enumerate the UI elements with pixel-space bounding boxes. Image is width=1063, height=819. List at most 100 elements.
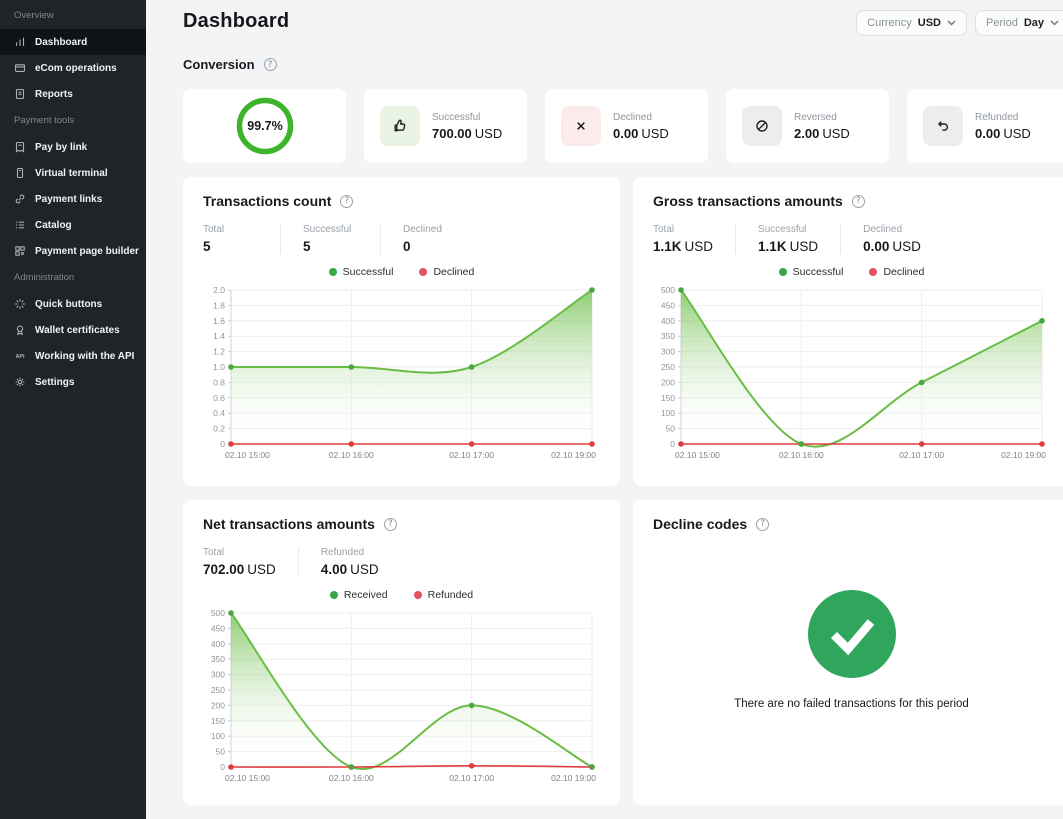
legend-dot	[419, 268, 427, 276]
svg-text:02.10 17:00: 02.10 17:00	[449, 773, 494, 783]
gear-icon	[14, 376, 26, 388]
help-icon[interactable]: ?	[340, 195, 353, 208]
sidebar-item[interactable]: Quick buttons	[0, 291, 146, 317]
sidebar-item[interactable]: Pay by link	[0, 134, 146, 160]
card-value: 2.00USD	[794, 126, 850, 141]
sidebar-item-label: Virtual terminal	[35, 168, 108, 179]
sidebar-section-label: Administration	[14, 272, 132, 283]
svg-text:1.6: 1.6	[213, 316, 225, 326]
svg-text:0.8: 0.8	[213, 377, 225, 387]
page-title: Dashboard	[183, 10, 289, 33]
help-icon[interactable]: ?	[384, 518, 397, 531]
conversion-stat-card: Reversed 2.00USD	[726, 89, 889, 163]
legend-dot	[330, 591, 338, 599]
panels-grid: Transactions count ? Total 5 Successful …	[183, 177, 1063, 805]
svg-text:400: 400	[211, 639, 225, 649]
legend-item[interactable]: Received	[330, 589, 388, 601]
legend-item[interactable]: Declined	[869, 266, 924, 278]
help-icon[interactable]: ?	[264, 58, 277, 71]
panel-net-amounts: Net transactions amounts ? Total 702.00U…	[183, 500, 620, 805]
sidebar-item-label: Payment links	[35, 194, 102, 205]
sidebar-section: Payment tools Pay by link Virtual termin…	[0, 115, 146, 264]
stat: Total 702.00USD	[203, 547, 299, 577]
svg-text:2.0: 2.0	[213, 285, 225, 295]
stat: Total 1.1KUSD	[653, 224, 736, 254]
legend-item[interactable]: Successful	[329, 266, 394, 278]
svg-text:350: 350	[211, 654, 225, 664]
conversion-stat-card: Refunded 0.00USD	[907, 89, 1063, 163]
svg-text:500: 500	[211, 608, 225, 618]
svg-text:50: 50	[666, 424, 676, 434]
legend-label: Received	[344, 589, 388, 601]
card-label: Refunded	[975, 112, 1031, 123]
chevron-down-icon	[1050, 20, 1059, 26]
panel-decline-codes: Decline codes ? There are no failed tran…	[633, 500, 1063, 805]
sparkle-icon	[14, 298, 26, 310]
sidebar-item[interactable]: Reports	[0, 81, 146, 107]
legend-item[interactable]: Refunded	[414, 589, 474, 601]
help-icon[interactable]: ?	[756, 518, 769, 531]
sidebar-item-label: Working with the API	[35, 351, 134, 362]
x-icon	[573, 118, 589, 134]
svg-text:1.8: 1.8	[213, 300, 225, 310]
legend-dot	[414, 591, 422, 599]
svg-text:1.2: 1.2	[213, 347, 225, 357]
card-label: Successful	[432, 112, 502, 123]
dashboard-icon	[14, 36, 26, 48]
svg-text:150: 150	[661, 393, 675, 403]
stat: Successful 1.1KUSD	[758, 224, 841, 254]
sidebar-section-label: Payment tools	[14, 115, 132, 126]
svg-text:02.10 19:00: 02.10 19:00	[1001, 450, 1046, 460]
sidebar-item[interactable]: Virtual terminal	[0, 160, 146, 186]
currency-select[interactable]: Currency USD	[856, 10, 967, 36]
transactions-count-chart: 00.20.40.60.81.01.21.41.61.82.002.10 15:…	[203, 282, 600, 464]
svg-text:200: 200	[661, 377, 675, 387]
panel-title: Decline codes	[653, 516, 747, 532]
svg-text:0.6: 0.6	[213, 393, 225, 403]
panel-title: Net transactions amounts	[203, 516, 375, 532]
svg-text:0.2: 0.2	[213, 424, 225, 434]
sidebar-item[interactable]: Payment links	[0, 186, 146, 212]
legend-dot	[869, 268, 877, 276]
sidebar-item-label: Catalog	[35, 220, 72, 231]
undo-arrow-icon	[935, 118, 951, 134]
slash-circle-icon	[754, 118, 770, 134]
svg-text:100: 100	[211, 731, 225, 741]
conversion-section-title: Conversion	[183, 57, 255, 72]
sidebar-item[interactable]: Payment page builder	[0, 238, 146, 264]
sidebar-item[interactable]: Catalog	[0, 212, 146, 238]
panel-title: Transactions count	[203, 193, 331, 209]
svg-text:200: 200	[211, 700, 225, 710]
panel-transactions-count: Transactions count ? Total 5 Successful …	[183, 177, 620, 486]
help-icon[interactable]: ?	[852, 195, 865, 208]
list-icon	[14, 219, 26, 231]
card-label: Declined	[613, 112, 669, 123]
sidebar-item[interactable]: Wallet certificates	[0, 317, 146, 343]
legend-item[interactable]: Successful	[779, 266, 844, 278]
card-value: 0.00USD	[613, 126, 669, 141]
legend-label: Successful	[343, 266, 394, 278]
period-select[interactable]: Period Day	[975, 10, 1063, 36]
legend-item[interactable]: Declined	[419, 266, 474, 278]
sidebar-section: Overview Dashboard eCom operations	[0, 10, 146, 107]
svg-text:350: 350	[661, 331, 675, 341]
svg-text:02.10 19:00: 02.10 19:00	[551, 773, 596, 783]
legend-dot	[779, 268, 787, 276]
layout-grid-icon	[14, 245, 26, 257]
svg-text:02.10 17:00: 02.10 17:00	[449, 450, 494, 460]
chevron-down-icon	[947, 20, 956, 26]
svg-text:300: 300	[661, 347, 675, 357]
svg-text:50: 50	[216, 747, 226, 757]
svg-text:02.10 15:00: 02.10 15:00	[225, 773, 270, 783]
card-label: Reversed	[794, 112, 850, 123]
sidebar-item[interactable]: Working with the API	[0, 343, 146, 369]
conversion-cards-row: 99.7% Successful 700.00USD	[183, 89, 1063, 163]
sidebar-item[interactable]: eCom operations	[0, 55, 146, 81]
sidebar-item[interactable]: Dashboard	[0, 29, 146, 55]
sidebar-item[interactable]: Settings	[0, 369, 146, 395]
pos-terminal-icon	[14, 167, 26, 179]
sidebar-section: Administration Quick buttons Wallet cert…	[0, 272, 146, 395]
credit-card-icon	[14, 62, 26, 74]
sidebar-item-label: Settings	[35, 377, 74, 388]
conversion-stat-card: Successful 700.00USD	[364, 89, 527, 163]
